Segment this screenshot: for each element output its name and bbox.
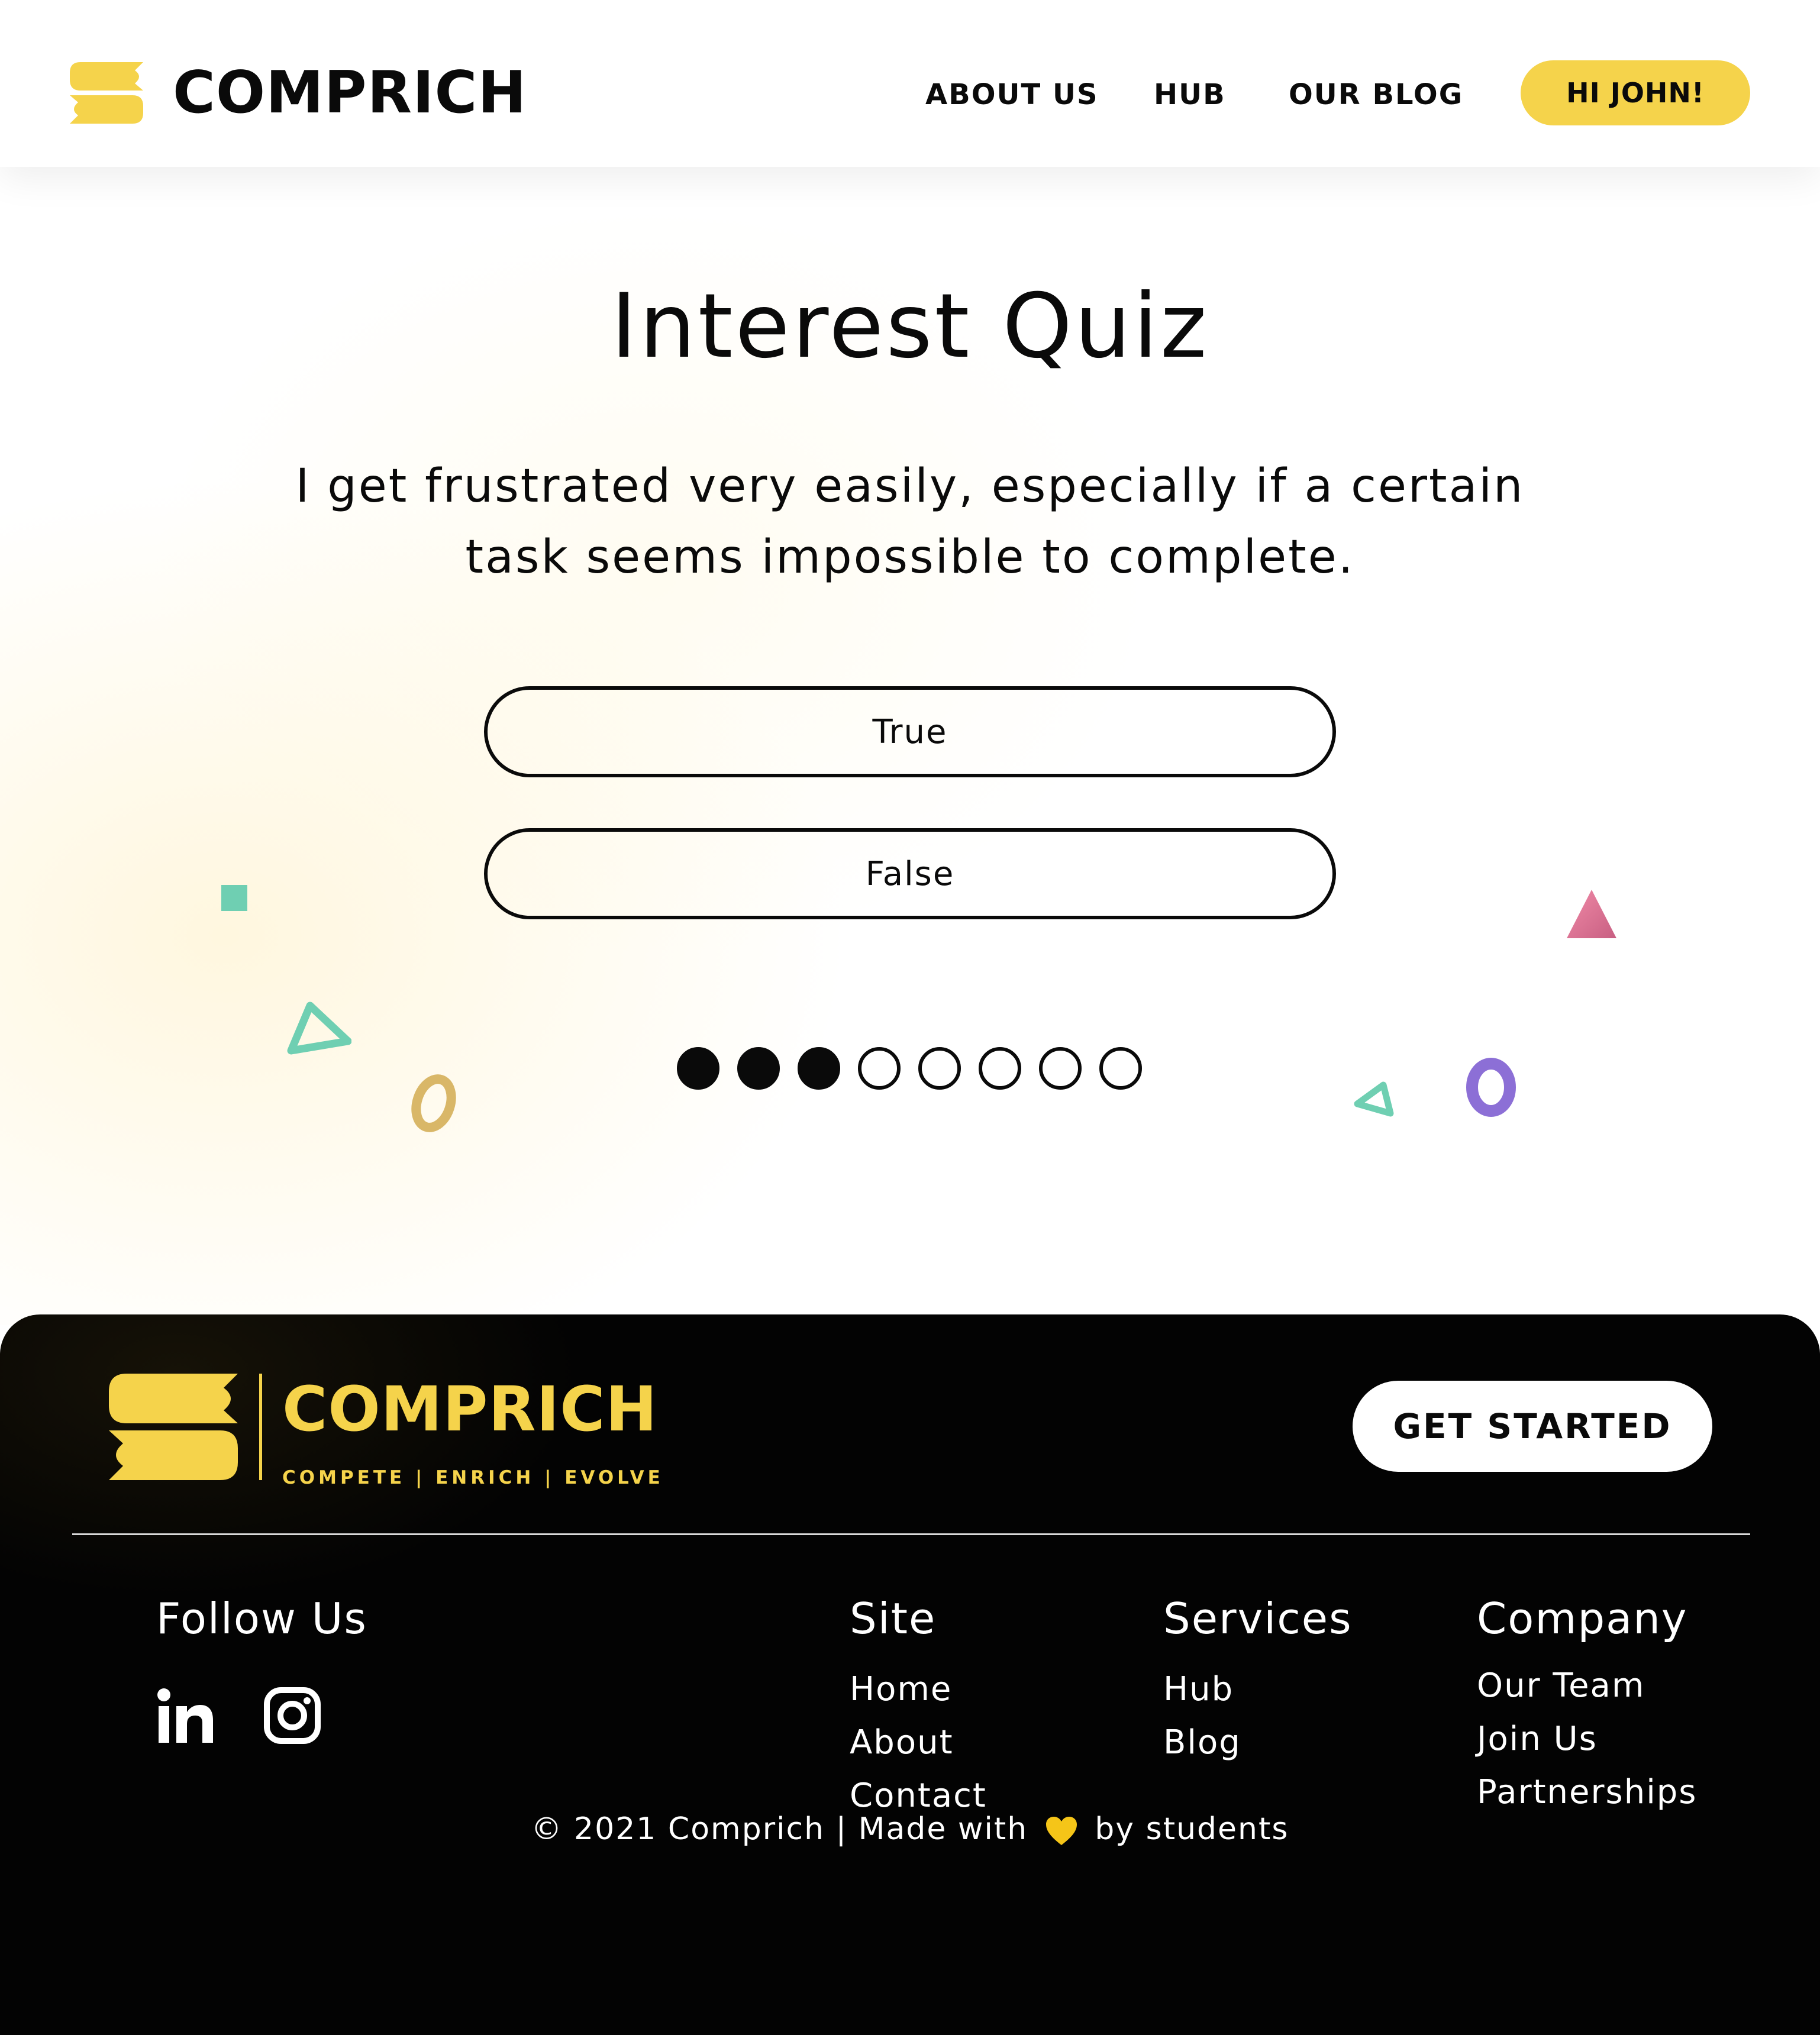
comprich-logo-icon [70,62,143,124]
progress-dot-completed [737,1047,780,1090]
copyright-text: © 2021 Comprich | Made with [531,1811,1028,1847]
answer-false-button[interactable]: False [484,828,1336,919]
user-greeting-button[interactable]: HI JOHN! [1521,60,1750,125]
footer-link-about[interactable]: About [850,1726,954,1759]
teal-triangle-decoration [287,1002,351,1055]
copyright-text-end: by students [1095,1811,1289,1847]
footer-tagline: COMPETE | ENRICH | EVOLVE [282,1467,664,1488]
teal-small-triangle-decoration [1354,1081,1394,1117]
heart-icon [1045,1817,1077,1845]
progress-dot-pending [858,1047,901,1090]
progress-dot-pending [979,1047,1021,1090]
nav-about-us[interactable]: ABOUT US [925,77,1099,112]
quiz-progress-dots [677,1047,1142,1090]
progress-dot-pending [1039,1047,1082,1090]
progress-dot-completed [798,1047,840,1090]
progress-dot-completed [677,1047,719,1090]
follow-us-heading: Follow Us [156,1594,367,1643]
get-started-button[interactable]: GET STARTED [1353,1381,1712,1472]
footer-brand-divider [259,1374,262,1480]
footer-link-partnerships[interactable]: Partnerships [1477,1776,1697,1809]
quiz-question: I get frustrated very easily, especially… [295,460,1525,584]
page: COMPRICH ABOUT US HUB OUR BLOG HI JOHN! … [0,0,1820,2035]
footer-link-hub[interactable]: Hub [1163,1673,1234,1706]
teal-square-decoration [221,885,247,911]
nav-hub[interactable]: HUB [1154,77,1226,112]
footer-brand-text: COMPRICH COMPETE | ENRICH | EVOLVE [282,1374,664,1488]
footer-link-join-us[interactable]: Join Us [1477,1723,1598,1756]
pink-triangle-decoration [1567,890,1616,938]
quiz-title: Interest Quiz [611,275,1209,378]
site-footer: COMPRICH COMPETE | ENRICH | EVOLVE GET S… [0,1314,1820,2035]
purple-ring-decoration [1466,1058,1516,1117]
footer-link-contact[interactable]: Contact [850,1779,987,1813]
brand-logo-link[interactable]: COMPRICH [70,62,527,124]
top-navigation-bar: COMPRICH ABOUT US HUB OUR BLOG HI JOHN! [0,0,1820,167]
footer-link-home[interactable]: Home [850,1673,952,1706]
footer-brand-name: COMPRICH [282,1373,658,1445]
gold-ring-decoration [411,1074,456,1132]
instagram-icon[interactable] [264,1687,321,1744]
copyright-line: © 2021 Comprich | Made with by students [0,1811,1820,1847]
linkedin-icon[interactable] [157,1688,214,1744]
footer-link-blog[interactable]: Blog [1163,1726,1241,1759]
footer-link-our-team[interactable]: Our Team [1477,1669,1645,1703]
footer-divider [72,1533,1750,1535]
progress-dot-pending [918,1047,961,1090]
comprich-logo-icon [109,1374,238,1480]
nav-our-blog[interactable]: OUR BLOG [1289,77,1463,112]
site-column-heading: Site [850,1594,937,1643]
company-column-heading: Company [1477,1594,1688,1643]
footer-brand: COMPRICH COMPETE | ENRICH | EVOLVE [109,1374,664,1488]
brand-name: COMPRICH [173,59,527,127]
services-column-heading: Services [1163,1594,1353,1643]
progress-dot-pending [1099,1047,1142,1090]
answer-true-button[interactable]: True [484,686,1336,777]
quiz-section: Interest Quiz I get frustrated very easi… [0,167,1820,1325]
